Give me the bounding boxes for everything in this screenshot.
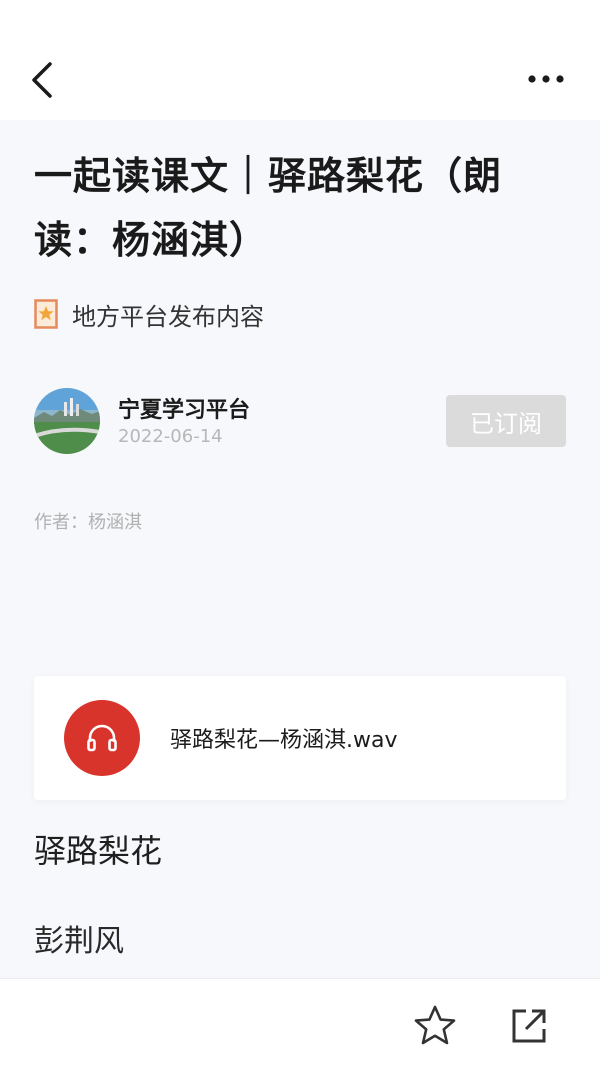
avatar-landscape-image <box>34 388 100 454</box>
author-byline: 作者：杨涵淇 <box>34 512 142 533</box>
article-title: 一起读课文｜驿路梨花（朗读：杨涵淇） <box>34 153 503 262</box>
publisher-info: 宁夏学习平台 2022-06-14 已订阅 <box>34 388 566 454</box>
poem-author: 彭荆风 <box>34 924 124 959</box>
share-external-icon <box>512 1009 546 1043</box>
article-content: 一起读课文｜驿路梨花（朗读：杨涵淇） 地方平台发布内容 宁夏学习平台 2022-… <box>0 120 600 978</box>
headphones-icon <box>87 724 117 752</box>
back-button[interactable] <box>26 56 66 104</box>
share-button[interactable] <box>508 1005 550 1047</box>
more-options-button[interactable] <box>526 64 566 94</box>
platform-tag: 地方平台发布内容 <box>34 296 264 332</box>
bottom-action-bar <box>0 978 600 1074</box>
bookmark-star-icon <box>34 299 58 329</box>
top-navigation-bar <box>0 0 600 120</box>
favorite-button[interactable] <box>412 1003 458 1049</box>
publisher-name[interactable]: 宁夏学习平台 <box>118 392 250 424</box>
platform-label: 地方平台发布内容 <box>72 302 264 331</box>
subscribe-button[interactable]: 已订阅 <box>446 395 566 447</box>
publisher-avatar[interactable] <box>34 388 100 454</box>
audio-file-name: 驿路梨花—杨涵淇.wav <box>170 728 398 753</box>
audio-attachment[interactable]: 驿路梨花—杨涵淇.wav <box>34 676 566 800</box>
poem-title: 驿路梨花 <box>34 832 163 870</box>
chevron-left-icon <box>32 62 52 98</box>
publish-date: 2022-06-14 <box>118 426 223 447</box>
audio-play-button[interactable] <box>64 700 140 776</box>
star-icon <box>414 1005 456 1045</box>
more-dots-icon <box>528 75 564 83</box>
